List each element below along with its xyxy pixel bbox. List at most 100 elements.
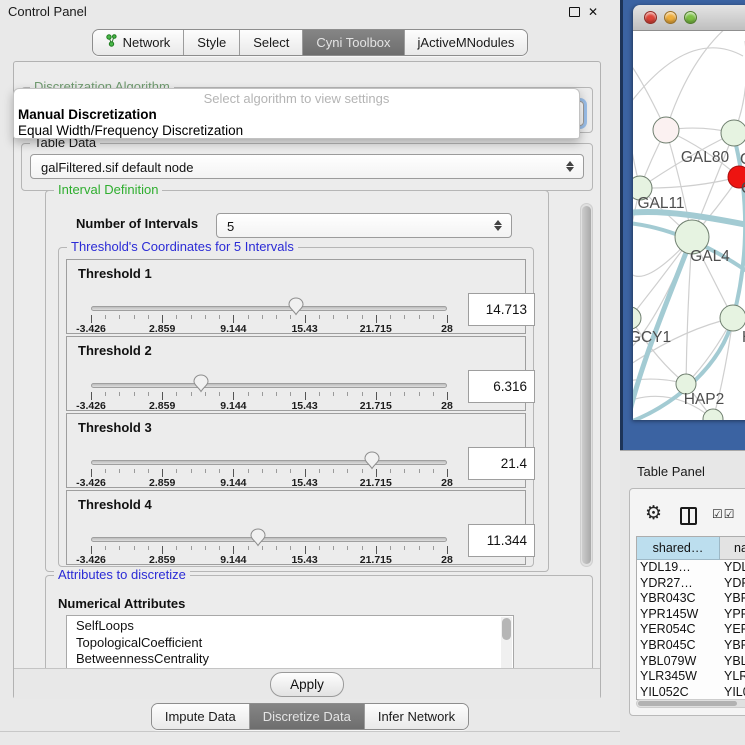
close-window-button[interactable] <box>644 11 657 24</box>
combo-spinner-icon <box>566 155 574 178</box>
tab-jactivemnodules[interactable]: jActiveMNodules <box>404 30 528 55</box>
table-row[interactable]: YLR345WYLR3 <box>637 669 745 685</box>
tab-cyni-toolbox[interactable]: Cyni Toolbox <box>302 30 403 55</box>
bottom-tab-discretize-data[interactable]: Discretize Data <box>249 704 364 729</box>
threshold-4-value-field[interactable]: 11.344 <box>468 524 535 557</box>
tab-label: Network <box>123 30 171 55</box>
tick-mark <box>404 469 405 473</box>
slider-track[interactable] <box>91 383 447 388</box>
table-row[interactable]: YIL052CYIL0 <box>637 685 745 699</box>
tick-mark <box>333 315 334 319</box>
table-row[interactable]: YDL19…YDL1 <box>637 560 745 576</box>
slider-track[interactable] <box>91 537 447 542</box>
threshold-4-slider[interactable]: -3.4262.8599.14415.4321.71528 <box>91 491 447 566</box>
slider-track[interactable] <box>91 460 447 465</box>
tick-mark <box>305 546 306 554</box>
cell-name: YLR3 <box>720 669 745 685</box>
numerical-attributes-list[interactable]: SelfLoopsTopologicalCoefficientBetweenne… <box>66 615 514 672</box>
table-data-combobox[interactable]: galFiltered.sif default node <box>30 154 584 179</box>
table-hscrollbar-thumb[interactable] <box>638 701 737 706</box>
bottom-tab-infer-network[interactable]: Infer Network <box>364 704 468 729</box>
cell-name: YBL0 <box>720 654 745 670</box>
cell-shared-name: YDR27… <box>637 576 720 592</box>
checkbox-filter-icons[interactable]: ☑☑ <box>712 507 736 521</box>
threshold-1-thumb[interactable] <box>288 297 304 316</box>
column-layout-icon[interactable] <box>680 507 697 525</box>
threshold-2-value-field[interactable]: 6.316 <box>468 370 535 403</box>
network-node[interactable] <box>653 117 679 143</box>
table-row[interactable]: YDR27…YDR2 <box>637 576 745 592</box>
network-graph: GAL80GAL11GAL4GCY1HAP2GCH <box>633 31 745 420</box>
tick-mark <box>248 392 249 396</box>
slider-track[interactable] <box>91 306 447 311</box>
tick-mark <box>91 315 92 323</box>
node-label-gal80: GAL80 <box>681 149 730 166</box>
footer-divider <box>0 731 620 745</box>
threshold-2-slider[interactable]: -3.4262.8599.14415.4321.71528 <box>91 337 447 412</box>
attribute-item-topologicalcoefficient[interactable]: TopologicalCoefficient <box>67 635 513 652</box>
threshold-3-value-field[interactable]: 21.4 <box>468 447 535 480</box>
threshold-4-thumb[interactable] <box>250 528 266 547</box>
attributes-group: Attributes to discretize Numerical Attri… <box>45 575 593 669</box>
tab-select[interactable]: Select <box>239 30 302 55</box>
scale-label: -3.426 <box>76 554 106 566</box>
scale-label: 28 <box>441 477 453 489</box>
network-node[interactable] <box>633 307 641 329</box>
threshold-panel-3: Threshold 3-3.4262.8599.14415.4321.71528… <box>66 413 526 488</box>
tick-mark <box>376 392 377 400</box>
cell-name: YBR0 <box>720 638 745 654</box>
float-panel-icon[interactable] <box>569 7 580 17</box>
cell-shared-name: YPR145W <box>637 607 720 623</box>
tick-mark <box>134 392 135 396</box>
settings-scrollbar[interactable] <box>580 203 593 567</box>
attributes-scrollbar-thumb[interactable] <box>502 618 511 640</box>
threshold-panel-1: Threshold 1-3.4262.8599.14415.4321.71528… <box>66 259 526 334</box>
tick-mark <box>305 469 306 477</box>
attributes-list-scrollbar[interactable] <box>501 617 512 670</box>
bottom-tab-impute-data[interactable]: Impute Data <box>152 704 249 729</box>
settings-scrollbar-thumb[interactable] <box>582 206 591 564</box>
table-row[interactable]: YPR145WYPR1 <box>637 607 745 623</box>
cell-name: YPR1 <box>720 607 745 623</box>
algorithm-option-equal-width-frequency-discretization[interactable]: Equal Width/Frequency Discretization <box>14 123 579 139</box>
gear-icon[interactable]: ⚙ <box>645 504 662 523</box>
threshold-1-slider[interactable]: -3.4262.8599.14415.4321.71528 <box>91 260 447 335</box>
zoom-window-button[interactable] <box>684 11 697 24</box>
table-row[interactable]: YBR043CYBR0 <box>637 591 745 607</box>
tick-mark <box>134 315 135 319</box>
tick-mark <box>262 392 263 396</box>
minimize-window-button[interactable] <box>664 11 677 24</box>
network-icon <box>106 30 117 55</box>
num-intervals-combobox[interactable]: 5 <box>216 213 512 238</box>
column-header-shared-name[interactable]: shared… <box>637 537 720 560</box>
tab-network[interactable]: Network <box>93 30 184 55</box>
apply-button[interactable]: Apply <box>270 672 344 697</box>
network-window-titlebar[interactable] <box>633 5 745 31</box>
network-node[interactable] <box>720 305 745 331</box>
threshold-1-value-field[interactable]: 14.713 <box>468 293 535 326</box>
table-hscrollbar[interactable] <box>636 699 745 708</box>
network-canvas[interactable]: GAL80GAL11GAL4GCY1HAP2GCH <box>633 31 745 420</box>
tick-mark <box>176 392 177 396</box>
table-row[interactable]: YBL079WYBL0 <box>637 654 745 670</box>
cyni-toolbox-panel: Discretization Algorithm Select algorith… <box>13 61 601 699</box>
attributes-group-title: Attributes to discretize <box>54 567 190 582</box>
threshold-3-slider[interactable]: -3.4262.8599.14415.4321.71528 <box>91 414 447 489</box>
threshold-3-thumb[interactable] <box>364 451 380 470</box>
algorithm-option-manual-discretization[interactable]: Manual Discretization <box>14 107 579 123</box>
tick-mark <box>290 392 291 396</box>
close-panel-icon[interactable]: ✕ <box>588 6 598 18</box>
tick-mark <box>305 315 306 323</box>
attribute-item-betweennesscentrality[interactable]: BetweennessCentrality <box>67 651 513 668</box>
tick-mark <box>419 315 420 319</box>
table-row[interactable]: YER054CYER0 <box>637 622 745 638</box>
column-header-name[interactable]: na <box>720 537 745 560</box>
tab-style[interactable]: Style <box>183 30 239 55</box>
threshold-2-thumb[interactable] <box>193 374 209 393</box>
tick-mark <box>419 546 420 550</box>
network-node[interactable] <box>721 120 745 146</box>
bottom-tab-label: Infer Network <box>378 704 455 729</box>
attribute-item-selfloops[interactable]: SelfLoops <box>67 618 513 635</box>
tick-mark <box>148 392 149 396</box>
table-row[interactable]: YBR045CYBR0 <box>637 638 745 654</box>
